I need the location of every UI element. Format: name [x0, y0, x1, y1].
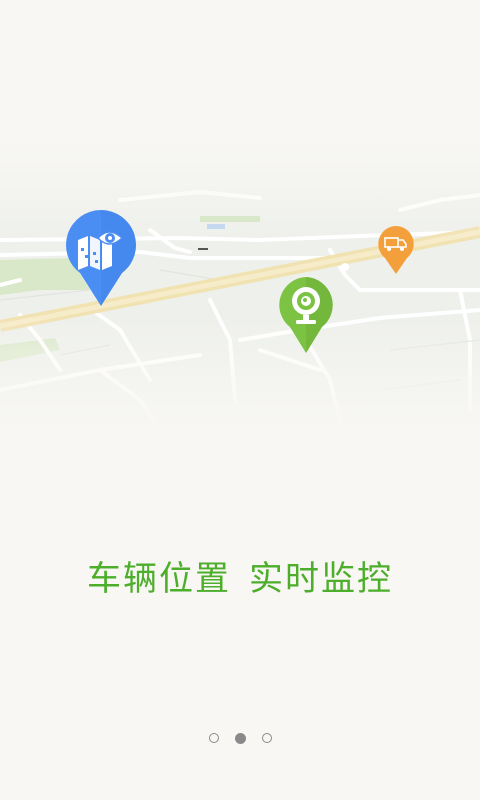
truck-pin-icon [378, 226, 414, 274]
page-dot-1[interactable] [208, 733, 219, 743]
page-dot-3[interactable] [261, 733, 272, 743]
feature-slogan: 车辆位置 实时监控 [0, 556, 480, 602]
page-dot-2-active[interactable] [234, 733, 246, 744]
slogan-part-2: 实时监控 [249, 559, 393, 599]
webcam-pin-icon [279, 277, 333, 353]
slogan-part-1: 车辆位置 [87, 559, 231, 599]
page-indicator [0, 733, 480, 747]
onboarding-screen[interactable]: 车辆位置 实时监控 [0, 0, 480, 800]
map-view-pin-icon [66, 210, 136, 306]
